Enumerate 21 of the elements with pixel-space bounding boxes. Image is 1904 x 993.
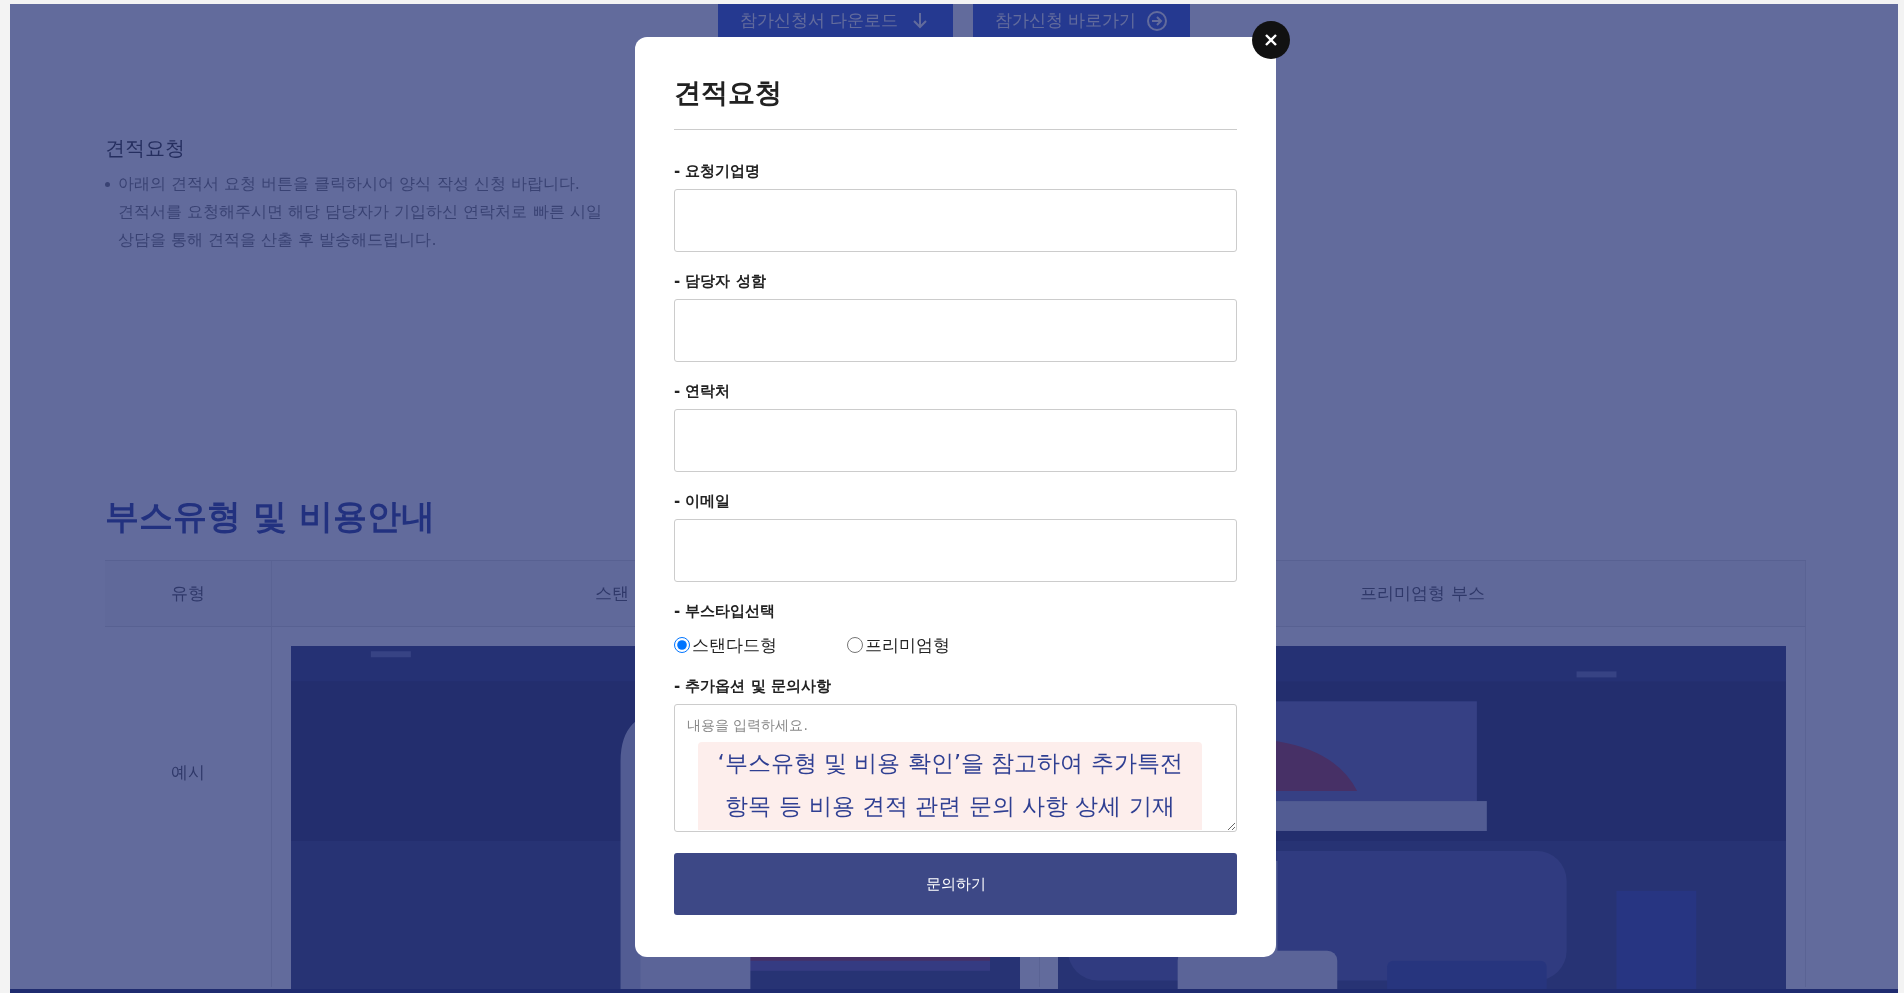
close-icon <box>1263 32 1279 48</box>
section-heading: 부스유형 및 비용안내 <box>105 495 435 538</box>
field-label: - 연락처 <box>674 381 732 401</box>
radio-button[interactable] <box>847 637 863 653</box>
input-field[interactable] <box>674 409 1237 472</box>
field-label: - 추가옵션 및 문의사항 <box>674 676 832 696</box>
radio-label: 스탠다드형 <box>692 633 777 657</box>
input-field[interactable] <box>674 189 1237 252</box>
field-label: - 담당자 성함 <box>674 271 767 291</box>
submit-button[interactable]: 문의하기 <box>674 853 1237 915</box>
radio-label: 프리미엄형 <box>865 633 950 657</box>
inquiry-field[interactable]: 내용을 입력하세요. ‘부스유형 및 비용 확인’을 참고하여 추가특전 항목 등 비용 견적 관련 문의 사항 상세 기재 <box>674 704 1237 832</box>
input-field[interactable] <box>674 519 1237 582</box>
input-field[interactable] <box>674 299 1237 362</box>
dialog-title: 견적요청 <box>674 75 1237 130</box>
field-label: - 요청기업명 <box>674 161 762 181</box>
radio-button[interactable] <box>674 637 690 653</box>
field-label: - 부스타입선택 <box>674 601 777 621</box>
field-label: - 이메일 <box>674 491 732 511</box>
section-title: 견적요청 <box>105 135 186 162</box>
annotation-note: ‘부스유형 및 비용 확인’을 참고하여 추가특전 항목 등 비용 견적 관련 문의 사항 상세 기재 <box>698 742 1202 830</box>
